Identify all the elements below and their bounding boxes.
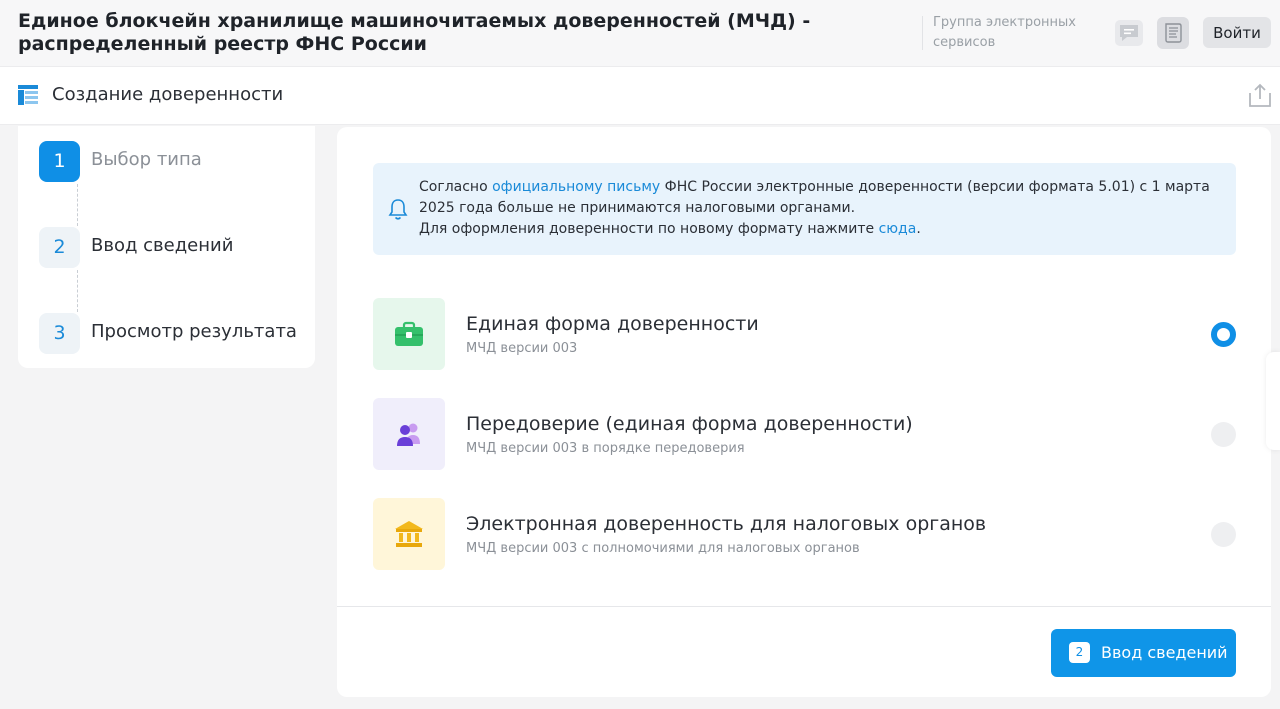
option-subtitle: МЧД версии 003 с полномочиями для налого… bbox=[466, 541, 860, 556]
step-select-type[interactable]: 1 Выбор типа bbox=[39, 141, 299, 183]
share-button[interactable] bbox=[1246, 81, 1274, 109]
step-number: 3 bbox=[39, 313, 80, 354]
option-subtitle: МЧД версии 003 bbox=[466, 341, 578, 356]
option-radio[interactable] bbox=[1211, 422, 1236, 447]
option-title: Единая форма доверенности bbox=[466, 313, 759, 335]
card-divider bbox=[337, 606, 1271, 607]
chat-icon bbox=[1120, 25, 1138, 41]
new-format-link[interactable]: сюда bbox=[879, 221, 917, 237]
bank-icon bbox=[395, 521, 423, 547]
option-icon-tile bbox=[373, 398, 445, 470]
users-icon bbox=[397, 423, 420, 446]
official-letter-link[interactable]: официальному письму bbox=[492, 179, 660, 195]
step-connector bbox=[77, 184, 78, 226]
login-button[interactable]: Войти bbox=[1203, 17, 1271, 48]
step-label: Просмотр результата bbox=[91, 321, 297, 342]
wizard-stepper: 1 Выбор типа 2 Ввод сведений 3 Просмотр … bbox=[18, 126, 315, 368]
option-title: Передоверие (единая форма доверенности) bbox=[466, 413, 913, 435]
page-header: Создание доверенности bbox=[0, 67, 1280, 125]
next-step-label: Ввод сведений bbox=[1101, 643, 1228, 662]
step-enter-details[interactable]: 2 Ввод сведений bbox=[39, 227, 299, 269]
notice-text-part: . bbox=[916, 221, 921, 237]
site-title: Единое блокчейн хранилище машиночитаемых… bbox=[18, 10, 811, 55]
documents-button[interactable] bbox=[1157, 17, 1189, 49]
step-view-result[interactable]: 3 Просмотр результата bbox=[39, 313, 299, 355]
notice-text-part: Согласно bbox=[419, 179, 493, 195]
step-label: Ввод сведений bbox=[91, 235, 234, 256]
option-radio[interactable] bbox=[1211, 522, 1236, 547]
step-connector bbox=[77, 270, 78, 312]
page-title: Создание доверенности bbox=[52, 84, 284, 105]
notice-text: Согласно официальному письму ФНС России … bbox=[419, 177, 1229, 240]
form-icon bbox=[18, 85, 38, 105]
option-title: Электронная доверенность для налоговых о… bbox=[466, 513, 987, 535]
option-icon-tile bbox=[373, 498, 445, 570]
option-radio[interactable] bbox=[1211, 322, 1236, 347]
top-header: Единое блокчейн хранилище машиночитаемых… bbox=[0, 0, 1280, 67]
scroll-icon bbox=[1165, 23, 1182, 43]
chat-button[interactable] bbox=[1115, 20, 1143, 46]
bell-icon bbox=[388, 199, 408, 220]
notice-text-part: Для оформления доверенности по новому фо… bbox=[419, 221, 879, 237]
service-group-link[interactable]: Группа электронных сервисов bbox=[933, 13, 1093, 53]
main-card: Согласно официальному письму ФНС России … bbox=[337, 127, 1271, 697]
next-step-number: 2 bbox=[1069, 642, 1090, 663]
header-divider bbox=[922, 16, 923, 50]
option-icon-tile bbox=[373, 298, 445, 370]
option-tax-authority[interactable]: Электронная доверенность для налоговых о… bbox=[373, 498, 1236, 570]
step-number: 1 bbox=[39, 141, 80, 182]
share-icon bbox=[1249, 83, 1271, 107]
briefcase-icon bbox=[395, 321, 423, 346]
step-number: 2 bbox=[39, 227, 80, 268]
step-label: Выбор типа bbox=[91, 149, 202, 170]
info-notice: Согласно официальному письму ФНС России … bbox=[373, 163, 1236, 255]
next-step-button[interactable]: 2 Ввод сведений bbox=[1051, 629, 1236, 677]
option-unified-form[interactable]: Единая форма доверенности МЧД версии 003 bbox=[373, 298, 1236, 370]
option-redelegation[interactable]: Передоверие (единая форма доверенности) … bbox=[373, 398, 1236, 470]
option-subtitle: МЧД версии 003 в порядке передоверия bbox=[466, 441, 745, 456]
feedback-side-tab[interactable] bbox=[1266, 352, 1280, 450]
